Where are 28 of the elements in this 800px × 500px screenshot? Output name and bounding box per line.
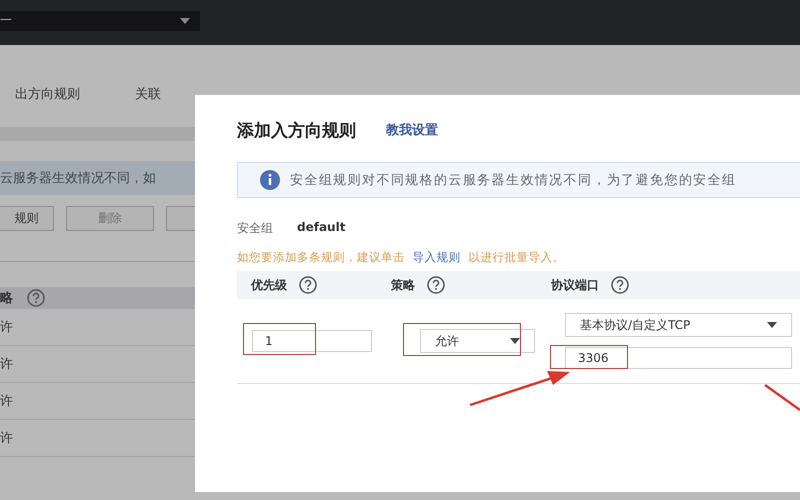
column-header: 策略 (391, 276, 415, 294)
priority-input[interactable]: 1 (252, 330, 372, 352)
notice-text: 云服务器生效情况不同，如 (0, 161, 195, 195)
field-label: 安全组 (237, 220, 273, 237)
dialog-title: 添加入方向规则 (237, 120, 356, 142)
help-icon[interactable] (611, 276, 629, 294)
action-select[interactable]: 允许 (420, 329, 535, 353)
import-link[interactable]: 导入规则 (412, 250, 461, 264)
help-link[interactable]: 教我设置 (386, 121, 438, 139)
region-select[interactable]: 一 (0, 10, 200, 30)
help-icon[interactable] (427, 276, 445, 294)
toolbar-button[interactable]: 规则 (0, 206, 54, 231)
field-value: default (297, 220, 346, 236)
help-icon[interactable] (27, 289, 45, 307)
tab[interactable]: 出方向规则 (15, 85, 80, 107)
column-header: 略 (0, 290, 13, 307)
caret-icon (180, 18, 190, 24)
column-header: 协议端口 (551, 276, 599, 294)
port-input[interactable]: 3306 (565, 347, 792, 369)
info-text: 安全组规则对不同规格的云服务器生效情况不同，为了避免您的安全组 (290, 172, 736, 189)
help-icon[interactable] (299, 276, 317, 294)
caret-icon (767, 322, 777, 328)
info-icon (260, 170, 280, 190)
column-header: 优先级 (251, 276, 287, 294)
protocol-select[interactable]: 基本协议/自定义TCP (565, 313, 792, 337)
tab[interactable]: 关联 (135, 85, 161, 107)
tip-text: 如您要添加多条规则，建议单击 导入规则 以进行批量导入。 (237, 250, 566, 265)
caret-icon (510, 338, 520, 344)
